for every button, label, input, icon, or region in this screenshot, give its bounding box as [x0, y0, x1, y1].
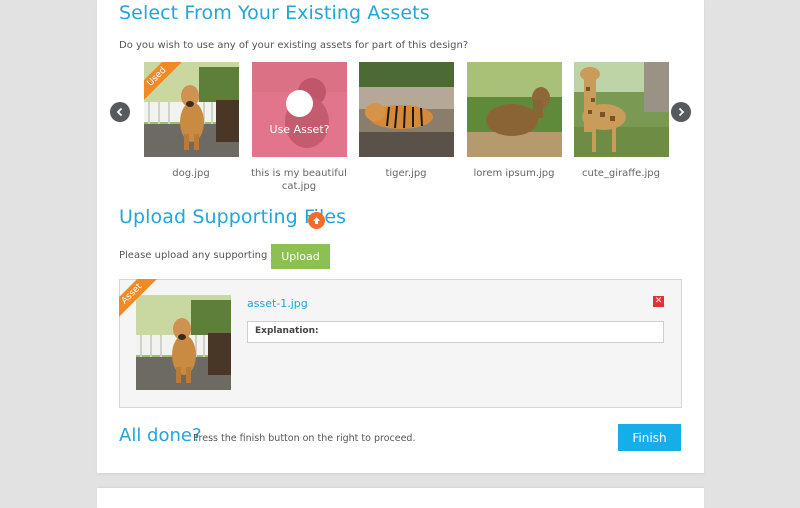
asset-thumb-cat[interactable]: Use Asset?: [252, 62, 347, 157]
all-done-heading: All done?: [119, 425, 202, 446]
finish-button[interactable]: Finish: [618, 424, 681, 451]
close-icon: ✕: [654, 296, 663, 306]
upload-prompt: Please upload any supporting files: [119, 250, 291, 261]
tiger-image: [359, 62, 454, 157]
use-asset-label[interactable]: Use Asset?: [252, 123, 347, 136]
remove-asset-button[interactable]: ✕: [653, 296, 664, 307]
explanation-label: Explanation:: [255, 326, 319, 336]
asset-thumb-lorem[interactable]: [467, 62, 562, 157]
asset-ribbon: Asset: [119, 279, 169, 329]
asset-caption-dog: dog.jpg: [172, 168, 210, 179]
used-badge: Used: [144, 62, 187, 107]
giraffe-image: [574, 62, 669, 157]
asset-caption-lorem: lorem ipsum.jpg: [473, 168, 555, 179]
asset-thumb-tiger[interactable]: [359, 62, 454, 157]
existing-assets-title: Select From Your Existing Assets: [119, 2, 430, 24]
carousel-next-button[interactable]: [671, 102, 691, 122]
upload-arrow-icon: [308, 212, 325, 229]
select-circle-icon: [286, 90, 313, 117]
asset-thumb-dog[interactable]: Used: [144, 62, 239, 157]
asset-caption-giraffe: cute_giraffe.jpg: [582, 168, 660, 179]
chevron-left-icon: [116, 107, 123, 117]
next-card-edge: [97, 488, 704, 508]
explanation-field[interactable]: Explanation:: [247, 321, 664, 343]
uploaded-asset-filename[interactable]: asset-1.jpg: [247, 297, 308, 310]
all-done-text: Press the finish button on the right to …: [193, 433, 416, 444]
upload-button[interactable]: Upload: [271, 244, 330, 269]
asset-caption-tiger: tiger.jpg: [385, 168, 427, 179]
asset-thumb-giraffe[interactable]: [574, 62, 669, 157]
chevron-right-icon: [678, 107, 685, 117]
carousel-prev-button[interactable]: [110, 102, 130, 122]
asset-badge: Asset: [119, 279, 162, 324]
asset-caption-cat: this is my beautiful cat.jpg: [251, 168, 347, 192]
existing-assets-prompt: Do you wish to use any of your existing …: [119, 40, 469, 51]
deer-image: [467, 62, 562, 157]
used-ribbon: Used: [144, 62, 194, 112]
